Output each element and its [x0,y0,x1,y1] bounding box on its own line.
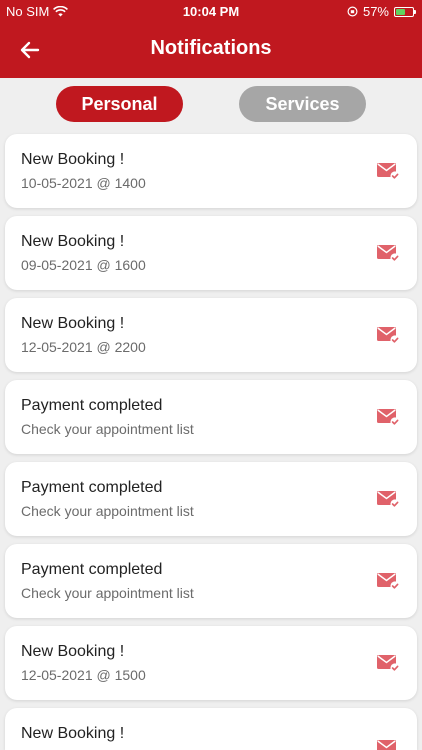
notification-title: New Booking ! [21,725,125,742]
tab-personal[interactable]: Personal [56,86,183,122]
battery-nub [414,9,416,14]
notification-subtitle: 12-05-2021 @ 2200 [21,339,146,355]
mail-check-icon [377,245,400,263]
mail-check-icon [377,573,400,591]
orientation-lock-icon [347,6,358,17]
notification-title: New Booking ! [21,315,125,332]
mail-check-icon [377,491,400,509]
notification-subtitle: 09-05-2021 @ 1600 [21,257,146,273]
battery-percent: 57% [362,4,389,19]
tab-services[interactable]: Services [239,86,366,122]
mail-check-icon [377,409,400,427]
notification-card[interactable]: Payment completed Check your appointment… [5,544,417,618]
notification-card[interactable]: New Booking ! 12-05-2021 @ 2200 [5,298,417,372]
status-right: 57% [347,4,416,19]
notification-subtitle: Check your appointment list [21,421,194,437]
notification-subtitle: 12-05-2021 @ 1500 [21,667,146,683]
notification-card[interactable]: New Booking ! 12-05-2021 @ 1500 [5,626,417,700]
battery-fill [396,8,406,15]
notification-title: New Booking ! [21,151,125,168]
notification-title: Payment completed [21,561,163,578]
notification-title: New Booking ! [21,233,125,250]
mail-check-icon [377,740,396,750]
notification-title: Payment completed [21,479,163,496]
notification-subtitle: 10-05-2021 @ 1400 [21,175,146,191]
battery-icon [394,6,416,17]
mail-check-icon [377,163,400,181]
notification-card[interactable]: New Booking ! 09-05-2021 @ 1600 [5,216,417,290]
notification-card[interactable]: Payment completed Check your appointment… [5,380,417,454]
notification-subtitle: Check your appointment list [21,585,194,601]
status-bar: No SIM 10:04 PM 57% [0,0,422,24]
page-title: Notifications [150,37,272,59]
mail-check-icon [377,655,400,673]
notification-card[interactable]: New Booking ! [5,708,417,750]
notification-title: Payment completed [21,397,163,414]
notification-title: New Booking ! [21,643,125,660]
app-header: No SIM 10:04 PM 57% Notifications [0,0,422,78]
notification-card[interactable]: New Booking ! 10-05-2021 @ 1400 [5,134,417,208]
notification-subtitle: Check your appointment list [21,503,194,519]
mail-check-icon [377,327,400,345]
notification-card[interactable]: Payment completed Check your appointment… [5,462,417,536]
